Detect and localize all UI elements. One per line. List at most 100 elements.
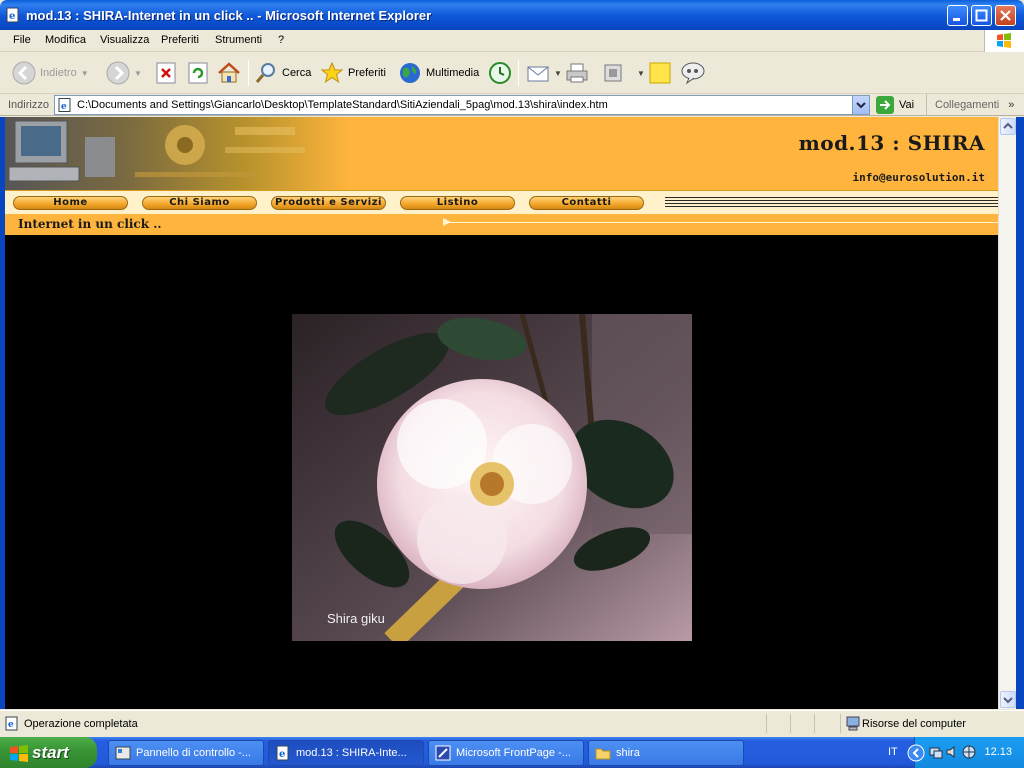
nav-chi-siamo[interactable]: Chi Siamo <box>142 196 257 210</box>
search-button[interactable]: Cerca <box>254 59 311 87</box>
site-email-link[interactable]: info@eurosolution.it <box>853 171 985 184</box>
menu-tools[interactable]: Strumenti <box>215 34 262 46</box>
start-button[interactable]: start <box>0 737 97 768</box>
title-bar: e mod.13 : SHIRA-Internet in un click ..… <box>0 0 1024 30</box>
status-bar: e Operazione completata Risorse del comp… <box>0 710 1024 736</box>
address-label: Indirizzo <box>8 99 49 111</box>
site-title: mod.13 : SHIRA <box>798 131 985 155</box>
page-icon: e <box>58 98 71 112</box>
ie-page-icon: e <box>6 7 19 23</box>
search-label: Cerca <box>282 67 312 79</box>
scroll-down-button[interactable] <box>1000 691 1016 708</box>
print-button[interactable] <box>565 59 589 87</box>
taskbar: start Pannello di controllo -... e mod.1… <box>0 737 1024 768</box>
tagline-bar: Internet in un click .. <box>5 214 998 235</box>
header-computer-image <box>5 117 350 190</box>
links-label: Collegamenti <box>935 99 1000 111</box>
security-zone: Risorse del computer <box>862 718 966 730</box>
task-frontpage[interactable]: Microsoft FrontPage -... <box>428 740 584 766</box>
task-label: mod.13 : SHIRA-Inte... <box>296 747 407 759</box>
task-internet-explorer[interactable]: e mod.13 : SHIRA-Inte... <box>268 740 424 766</box>
svg-text:e: e <box>61 102 67 112</box>
history-button[interactable] <box>488 59 512 87</box>
favorites-label: Preferiti <box>348 67 386 79</box>
nav-contatti[interactable]: Contatti <box>529 196 644 210</box>
task-control-panel[interactable]: Pannello di controllo -... <box>108 740 264 766</box>
back-button[interactable]: Indietro ▼ <box>12 59 89 87</box>
menu-favorites[interactable]: Preferiti <box>161 34 199 46</box>
address-dropdown-button[interactable] <box>852 96 869 114</box>
messenger-button[interactable] <box>680 59 706 87</box>
edit-dropdown-icon: ▼ <box>637 68 645 78</box>
nav-decoration <box>665 197 998 209</box>
window-title: mod.13 : SHIRA-Internet in un click .. -… <box>26 8 432 23</box>
vertical-scrollbar[interactable] <box>998 117 1016 709</box>
scroll-up-button[interactable] <box>1000 118 1016 135</box>
back-label: Indietro <box>40 67 77 79</box>
forward-button[interactable]: ▼ <box>106 59 142 87</box>
address-bar: Indirizzo e C:\Documents and Settings\Gi… <box>0 94 1024 116</box>
mail-dropdown-icon: ▼ <box>554 68 562 78</box>
links-button[interactable]: Collegamenti » <box>926 94 1014 116</box>
nav-home[interactable]: Home <box>13 196 128 210</box>
system-tray: 12.13 <box>907 737 1024 768</box>
camellia-flower-photo: Shira giku <box>292 314 692 641</box>
globe-tray-icon[interactable] <box>962 745 976 759</box>
media-label: Multimedia <box>426 67 480 79</box>
page-content: mod.13 : SHIRA info@eurosolution.it Home… <box>5 117 998 709</box>
mail-icon <box>527 66 549 82</box>
edit-button[interactable]: ▼ <box>603 59 645 87</box>
photo-caption: Shira giku <box>327 611 385 626</box>
address-input[interactable]: e C:\Documents and Settings\Giancarlo\De… <box>54 95 870 115</box>
svg-text:e: e <box>8 720 14 730</box>
volume-icon[interactable] <box>945 745 959 759</box>
notes-button[interactable] <box>649 59 671 87</box>
back-dropdown-icon: ▼ <box>80 68 89 78</box>
toolbar: Indietro ▼ ▼ Cerca Preferiti Multimedia … <box>0 52 1024 94</box>
media-button[interactable]: Multimedia <box>398 59 479 87</box>
windows-logo-icon <box>984 30 1024 52</box>
chevron-down-icon <box>856 102 866 109</box>
start-label: start <box>32 743 69 762</box>
menu-file[interactable]: File <box>13 34 31 46</box>
windows-flag-icon <box>10 745 28 762</box>
search-icon <box>255 63 275 83</box>
minimize-button[interactable] <box>947 5 968 26</box>
mail-button[interactable]: ▼ <box>526 59 562 87</box>
menu-bar: File Modifica Visualizza Preferiti Strum… <box>0 30 1024 52</box>
svg-text:e: e <box>9 11 15 22</box>
history-icon <box>489 62 511 84</box>
tray-expand-icon[interactable] <box>907 744 925 762</box>
printer-icon <box>566 63 588 83</box>
maximize-button[interactable] <box>971 5 992 26</box>
language-indicator[interactable]: IT <box>888 746 898 758</box>
refresh-icon <box>188 62 208 84</box>
globe-media-icon <box>400 63 420 83</box>
star-icon <box>320 61 344 84</box>
menu-edit[interactable]: Modifica <box>45 34 86 46</box>
stop-button[interactable] <box>156 59 176 87</box>
favorites-button[interactable]: Preferiti <box>320 59 386 87</box>
go-arrow-icon <box>876 96 894 114</box>
task-label: shira <box>616 747 640 759</box>
chevron-right-icon: » <box>1008 99 1015 111</box>
menu-help[interactable]: ? <box>278 34 284 46</box>
tagline-text: Internet in un click .. <box>18 217 162 231</box>
go-button[interactable]: Vai <box>876 96 914 114</box>
refresh-button[interactable] <box>188 59 208 87</box>
menu-view[interactable]: Visualizza <box>100 34 149 46</box>
close-button[interactable] <box>995 5 1016 26</box>
task-folder-shira[interactable]: shira <box>588 740 744 766</box>
home-button[interactable] <box>217 59 241 87</box>
back-arrow-icon <box>12 61 36 85</box>
page-done-icon: e <box>5 716 18 731</box>
sticky-note-icon <box>649 62 671 84</box>
task-label: Microsoft FrontPage -... <box>456 747 571 759</box>
folder-icon <box>595 748 611 760</box>
control-panel-icon <box>115 746 131 760</box>
home-icon <box>218 62 240 83</box>
network-icon[interactable] <box>929 745 943 759</box>
task-label: Pannello di controllo -... <box>136 747 251 759</box>
nav-listino[interactable]: Listino <box>400 196 515 210</box>
nav-prodotti-servizi[interactable]: Prodotti e Servizi <box>271 196 386 210</box>
